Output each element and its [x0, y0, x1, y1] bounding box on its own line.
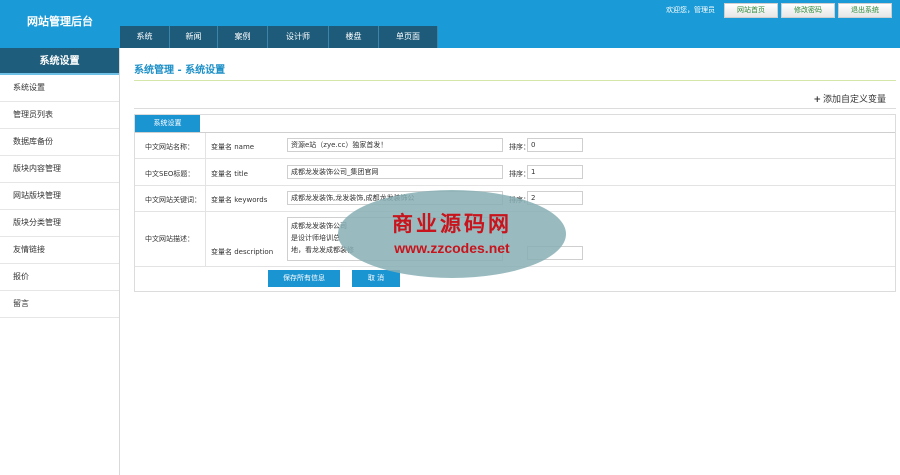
- plus-icon: +: [813, 95, 821, 105]
- site-name-input[interactable]: 资源e站（zye.cc）独家首发！: [287, 138, 503, 152]
- save-all-button[interactable]: 保存所有信息: [268, 270, 340, 287]
- site-home-button[interactable]: 网站首页: [724, 2, 778, 18]
- tab-system-settings[interactable]: 系统设置: [135, 115, 200, 132]
- breadcrumb: 系统管理 - 系统设置: [134, 65, 226, 76]
- variable-name-label: 变量名 name: [211, 142, 254, 152]
- welcome-text: 欢迎您，管理员: [666, 6, 715, 14]
- variable-key: keywords: [234, 196, 268, 204]
- variable-prefix: 变量名: [211, 143, 232, 151]
- variable-prefix: 变量名: [211, 170, 232, 178]
- form-row-seo-title: 中文SEO标题： 变量名 title 成都龙发装饰公司_集团官网 排序： 1: [135, 159, 895, 186]
- header: 网站管理后台 系统 新闻 案例 设计师 楼盘 单页面 欢迎您，管理员 网站首页 …: [0, 0, 900, 48]
- sidebar-item-site-sections[interactable]: 网站版块管理: [0, 183, 119, 210]
- variable-name-label: 变量名 keywords: [211, 195, 267, 205]
- field-label: 中文网站描述：: [145, 235, 194, 243]
- top-nav: 系统 新闻 案例 设计师 楼盘 单页面: [120, 26, 438, 48]
- sort-input-seo-title[interactable]: 1: [527, 165, 583, 179]
- watermark-title: 商业源码网: [392, 212, 512, 236]
- nav-item-news[interactable]: 新闻: [170, 26, 218, 48]
- sidebar-item-quotes[interactable]: 报价: [0, 264, 119, 291]
- sidebar: 系统设置 系统设置 管理员列表 数据库备份 版块内容管理 网站版块管理 版块分类…: [0, 48, 120, 475]
- section-divider: [134, 108, 896, 109]
- nav-item-designers[interactable]: 设计师: [268, 26, 329, 48]
- sidebar-item-messages[interactable]: 留言: [0, 291, 119, 318]
- nav-item-system[interactable]: 系统: [120, 26, 170, 48]
- nav-item-cases[interactable]: 案例: [218, 26, 268, 48]
- sidebar-item-admin-list[interactable]: 管理员列表: [0, 102, 119, 129]
- field-label: 中文SEO标题：: [145, 170, 195, 178]
- variable-key: description: [234, 248, 274, 256]
- sidebar-item-system-settings[interactable]: 系统设置: [0, 75, 119, 102]
- variable-key: title: [234, 170, 248, 178]
- nav-item-single-pages[interactable]: 单页面: [379, 26, 438, 48]
- column-divider: [205, 186, 206, 211]
- column-divider: [205, 159, 206, 185]
- app-title: 网站管理后台: [27, 15, 93, 28]
- field-label: 中文网站关键词：: [145, 196, 201, 204]
- variable-prefix: 变量名: [211, 196, 232, 204]
- sidebar-title: 系统设置: [0, 48, 119, 75]
- field-label: 中文网站名称：: [145, 143, 194, 151]
- sidebar-item-friend-links[interactable]: 友情链接: [0, 237, 119, 264]
- change-password-button[interactable]: 修改密码: [781, 2, 835, 18]
- variable-prefix: 变量名: [211, 248, 232, 256]
- add-custom-variable-link[interactable]: + 添加自定义变量: [813, 92, 886, 105]
- form-row-site-name: 中文网站名称： 变量名 name 资源e站（zye.cc）独家首发！ 排序： 0: [135, 133, 895, 159]
- watermark-url: www.zzcodes.net: [394, 240, 510, 256]
- variable-key: name: [234, 143, 255, 151]
- breadcrumb-divider: [134, 80, 896, 81]
- sidebar-item-database-backup[interactable]: 数据库备份: [0, 129, 119, 156]
- sidebar-item-section-content[interactable]: 版块内容管理: [0, 156, 119, 183]
- cancel-button[interactable]: 取 消: [352, 270, 400, 287]
- variable-name-label: 变量名 description: [211, 247, 273, 257]
- top-right-bar: 欢迎您，管理员 网站首页 修改密码 退出系统: [666, 2, 892, 18]
- sort-input-keywords[interactable]: 2: [527, 191, 583, 205]
- sort-input-site-name[interactable]: 0: [527, 138, 583, 152]
- nav-item-properties[interactable]: 楼盘: [329, 26, 379, 48]
- watermark: 商业源码网 www.zzcodes.net: [338, 190, 566, 278]
- variable-name-label: 变量名 title: [211, 169, 248, 179]
- sidebar-item-section-categories[interactable]: 版块分类管理: [0, 210, 119, 237]
- column-divider: [205, 212, 206, 266]
- column-divider: [205, 133, 206, 158]
- add-custom-variable-label: 添加自定义变量: [822, 95, 886, 105]
- logout-button[interactable]: 退出系统: [838, 2, 892, 18]
- seo-title-input[interactable]: 成都龙发装饰公司_集团官网: [287, 165, 503, 179]
